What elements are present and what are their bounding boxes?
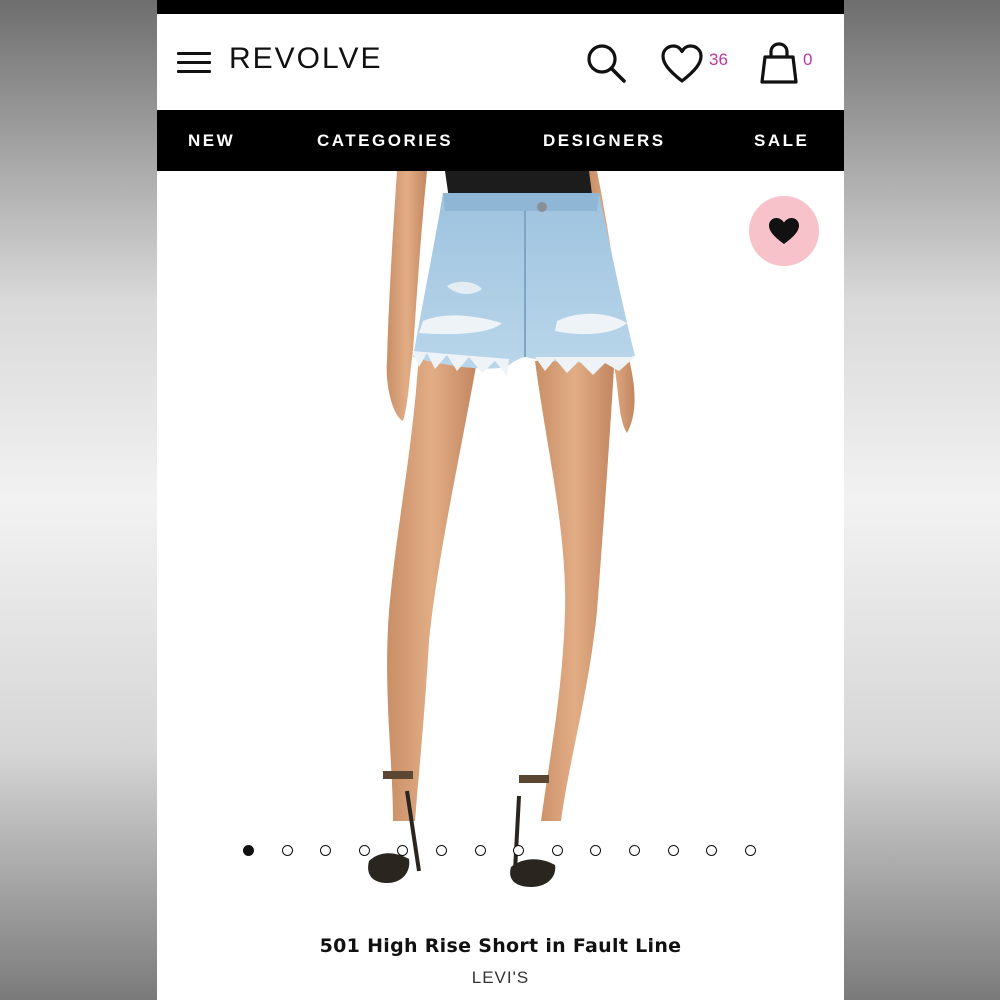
nav-designers[interactable]: DESIGNERS xyxy=(543,110,666,171)
mobile-screen: REVOLVE 36 0 NEW CATEGORIES DESIGNERS SA… xyxy=(157,0,844,1000)
heart-outline-icon[interactable] xyxy=(660,44,704,84)
wishlist-count: 36 xyxy=(709,50,728,69)
carousel-dot[interactable] xyxy=(281,845,293,856)
status-bar xyxy=(157,0,844,14)
add-to-favorites-button[interactable] xyxy=(749,196,819,266)
background-right xyxy=(844,0,1000,1000)
carousel-dot[interactable] xyxy=(436,845,447,856)
site-logo[interactable]: REVOLVE xyxy=(229,42,383,76)
product-title: 501 High Rise Short in Fault Line xyxy=(319,935,682,957)
carousel-dot[interactable] xyxy=(551,845,563,856)
carousel-dot[interactable] xyxy=(358,845,370,856)
carousel-dot[interactable] xyxy=(243,845,254,856)
site-header: REVOLVE 36 0 xyxy=(157,14,844,110)
bag-count: 0 xyxy=(803,50,813,69)
nav-categories[interactable]: CATEGORIES xyxy=(317,110,453,171)
shopping-bag-icon[interactable] xyxy=(759,42,799,84)
background-left xyxy=(0,0,157,1000)
search-icon[interactable] xyxy=(585,42,627,84)
product-image[interactable] xyxy=(157,171,844,913)
nav-sale[interactable]: SALE xyxy=(754,110,809,171)
nav-new[interactable]: NEW xyxy=(188,110,235,171)
carousel-dot[interactable] xyxy=(629,845,640,856)
heart-filled-icon xyxy=(769,218,799,244)
product-brand[interactable]: LEVI'S xyxy=(157,968,844,988)
main-nav: NEW CATEGORIES DESIGNERS SALE xyxy=(157,110,844,171)
carousel-dot[interactable] xyxy=(744,845,756,856)
hamburger-menu-icon[interactable] xyxy=(177,52,211,74)
carousel-dot[interactable] xyxy=(474,845,486,856)
carousel-dot[interactable] xyxy=(667,845,679,856)
